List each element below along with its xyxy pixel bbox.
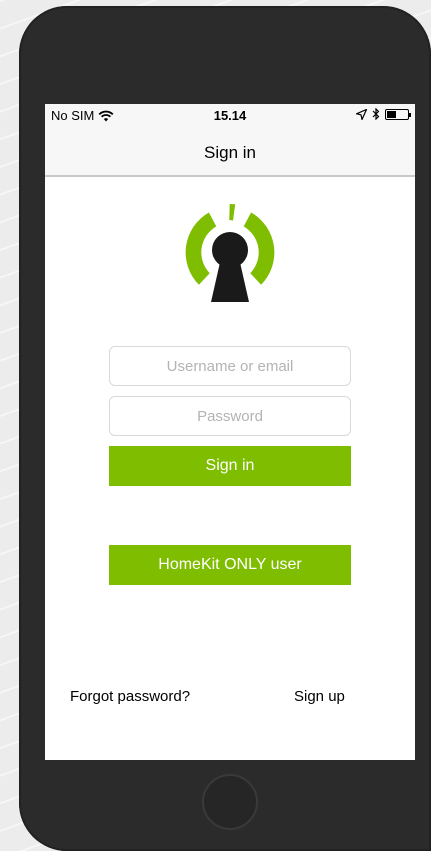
home-button[interactable] [202, 774, 258, 830]
page-title: Sign in [204, 143, 256, 162]
sign-in-button-label: Sign in [205, 457, 255, 474]
forgot-password-link[interactable]: Forgot password? [70, 688, 190, 705]
location-icon [356, 108, 367, 120]
username-input[interactable] [109, 346, 351, 386]
app-screen: No SIM 15.14 Sign in Sign [45, 104, 415, 760]
keyhole-logo-icon [185, 204, 275, 302]
navigation-bar: Sign in [45, 128, 415, 177]
homekit-button-label: HomeKit ONLY user [158, 556, 302, 573]
status-right [356, 108, 411, 120]
sign-up-link[interactable]: Sign up [294, 688, 345, 705]
bluetooth-icon [372, 108, 380, 120]
sign-in-button[interactable]: Sign in [109, 446, 351, 486]
password-input[interactable] [109, 396, 351, 436]
battery-icon [385, 108, 411, 120]
homekit-only-user-button[interactable]: HomeKit ONLY user [109, 545, 351, 585]
status-bar: No SIM 15.14 [45, 104, 415, 128]
